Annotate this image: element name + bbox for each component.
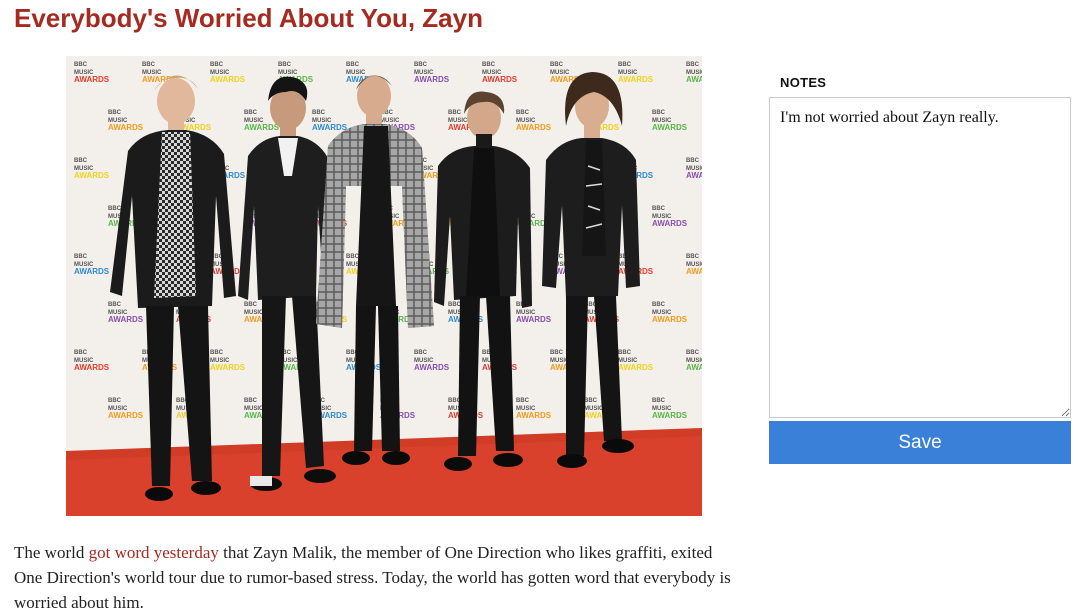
article-body-intro: The world [14,543,89,562]
svg-text:BBC: BBC [618,350,632,356]
svg-text:BBC: BBC [516,110,530,116]
svg-text:BBC: BBC [108,206,122,212]
svg-text:AWARDS: AWARDS [210,363,246,372]
svg-text:AWARDS: AWARDS [618,363,654,372]
svg-text:BBC: BBC [618,62,632,68]
svg-text:BBC: BBC [74,254,88,260]
svg-text:BBC: BBC [584,398,598,404]
svg-text:BBC: BBC [142,62,156,68]
svg-text:BBC: BBC [550,350,564,356]
svg-text:BBC: BBC [448,302,462,308]
article-title: Everybody's Worried About You, Zayn [14,3,483,33]
svg-text:BBC: BBC [482,62,496,68]
svg-text:BBC: BBC [244,398,258,404]
svg-text:AWARDS: AWARDS [74,363,110,372]
article-body: The world got word yesterday that Zayn M… [14,540,744,614]
svg-text:AWARDS: AWARDS [74,171,110,180]
svg-text:AWARDS: AWARDS [74,75,110,84]
svg-text:BBC: BBC [686,254,700,260]
band-photo: BBC MUSIC AWARDS BBC MUSIC AWARDS BBC MUSIC AWAR… [66,56,702,516]
notes-textarea[interactable] [769,97,1071,418]
svg-text:BBC: BBC [346,254,360,260]
svg-text:BBC: BBC [108,110,122,116]
svg-text:BBC: BBC [686,158,700,164]
svg-text:AWARDS: AWARDS [74,267,110,276]
svg-text:AWARDS: AWARDS [244,123,280,132]
svg-text:BBC: BBC [346,62,360,68]
svg-text:AWARDS: AWARDS [652,219,688,228]
svg-text:AWARDS: AWARDS [414,75,450,84]
svg-text:AWARDS: AWARDS [516,315,552,324]
notes-label: NOTES [780,75,827,90]
svg-text:BBC: BBC [108,302,122,308]
svg-text:AWARDS: AWARDS [108,315,144,324]
svg-text:BBC: BBC [414,62,428,68]
svg-text:AWARDS: AWARDS [686,171,702,180]
svg-text:BBC: BBC [686,62,700,68]
svg-text:BBC: BBC [516,398,530,404]
svg-text:BBC: BBC [244,302,258,308]
svg-text:BBC: BBC [414,350,428,356]
svg-text:BBC: BBC [278,62,292,68]
svg-text:AWARDS: AWARDS [686,267,702,276]
svg-text:BBC: BBC [108,398,122,404]
svg-text:BBC: BBC [448,110,462,116]
svg-text:AWARDS: AWARDS [652,123,688,132]
svg-text:BBC: BBC [74,62,88,68]
svg-text:BBC: BBC [74,350,88,356]
svg-text:BBC: BBC [74,158,88,164]
svg-text:BBC: BBC [652,206,666,212]
svg-text:BBC: BBC [550,62,564,68]
svg-text:AWARDS: AWARDS [652,411,688,420]
article-link-got-word-yesterday[interactable]: got word yesterday [89,543,219,562]
svg-text:AWARDS: AWARDS [108,411,144,420]
svg-text:AWARDS: AWARDS [312,123,348,132]
svg-text:AWARDS: AWARDS [210,75,246,84]
svg-text:AWARDS: AWARDS [516,123,552,132]
svg-text:AWARDS: AWARDS [686,75,702,84]
svg-text:AWARDS: AWARDS [516,411,552,420]
svg-text:BBC: BBC [244,110,258,116]
svg-text:BBC: BBC [652,398,666,404]
svg-text:AWARDS: AWARDS [652,315,688,324]
svg-text:AWARDS: AWARDS [686,363,702,372]
svg-text:BBC: BBC [686,350,700,356]
svg-text:AWARDS: AWARDS [108,123,144,132]
svg-text:AWARDS: AWARDS [482,75,518,84]
svg-text:AWARDS: AWARDS [414,363,450,372]
save-button[interactable]: Save [769,421,1071,464]
svg-text:BBC: BBC [652,110,666,116]
svg-text:BBC: BBC [312,110,326,116]
svg-text:BBC: BBC [210,350,224,356]
svg-text:BBC: BBC [652,302,666,308]
svg-text:AWARDS: AWARDS [618,75,654,84]
svg-text:BBC: BBC [210,62,224,68]
